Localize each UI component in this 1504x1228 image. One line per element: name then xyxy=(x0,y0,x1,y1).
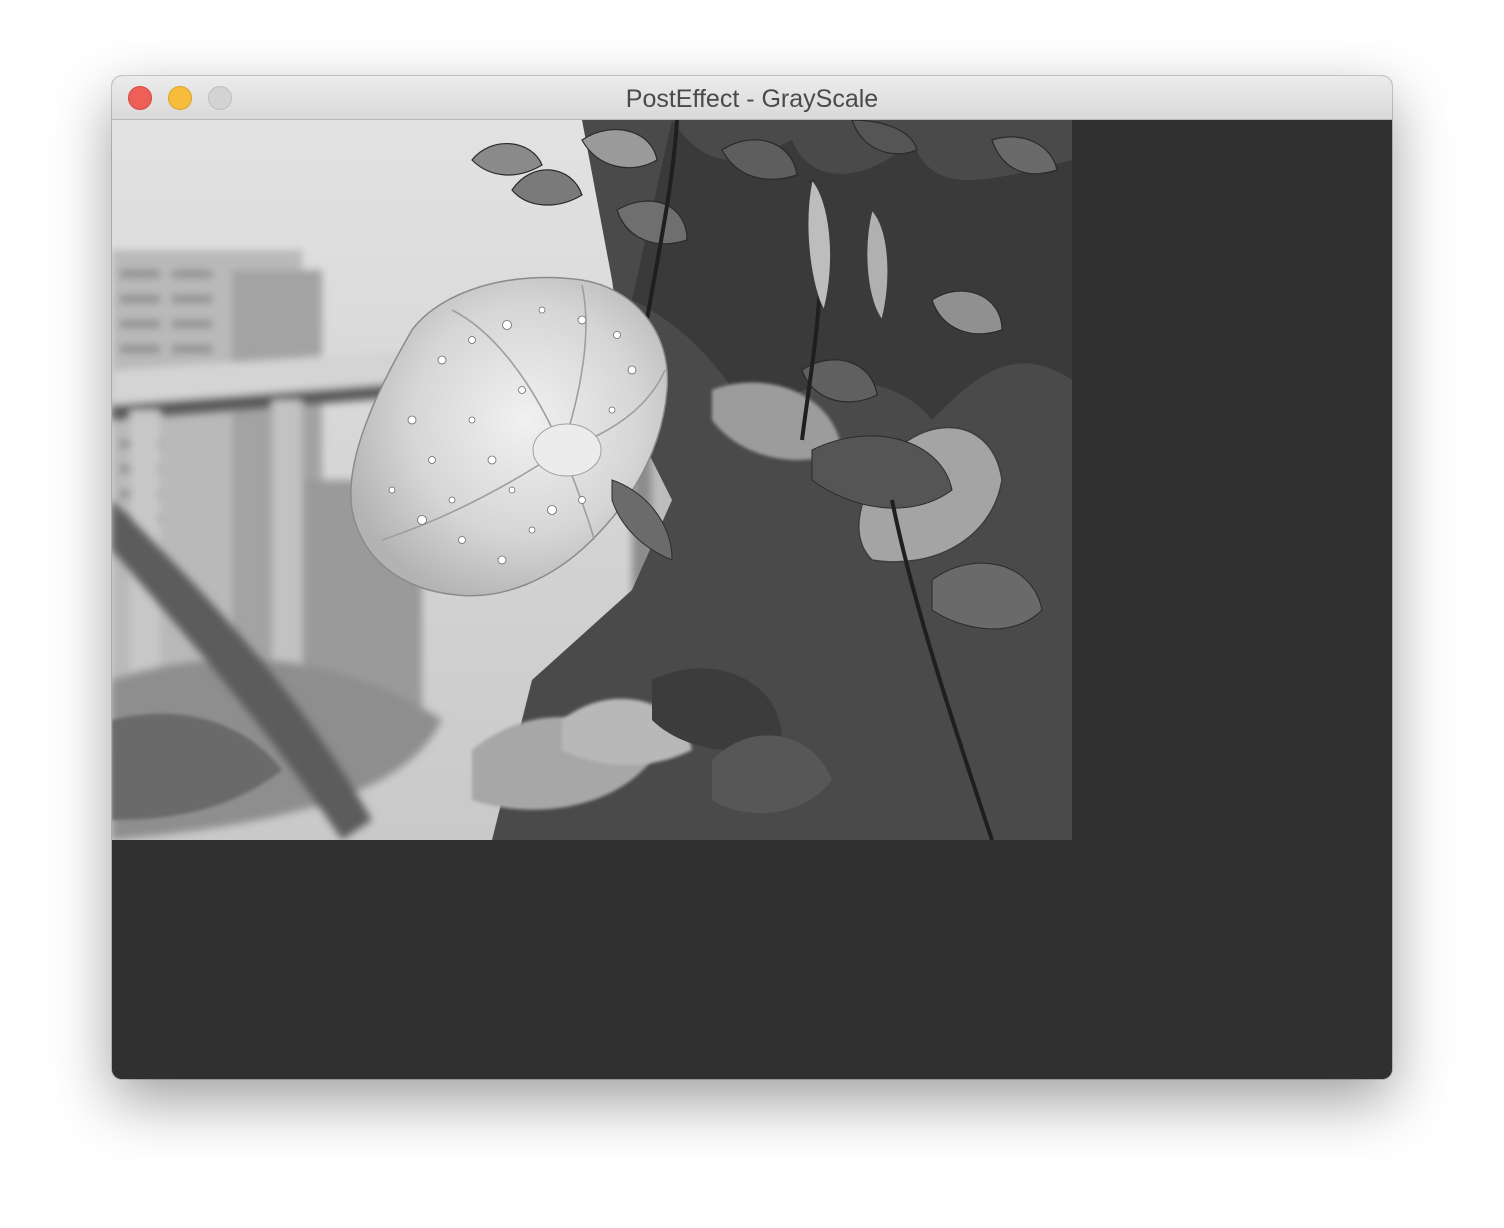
window-title: PostEffect - GrayScale xyxy=(625,85,879,113)
grayscale-photo-canvas xyxy=(112,120,1072,840)
grayscale-photo xyxy=(112,120,1072,840)
title-bar[interactable]: PostEffect - GrayScale xyxy=(112,76,1392,120)
app-window: PostEffect - GrayScale xyxy=(112,76,1392,1079)
render-area xyxy=(112,120,1392,1079)
